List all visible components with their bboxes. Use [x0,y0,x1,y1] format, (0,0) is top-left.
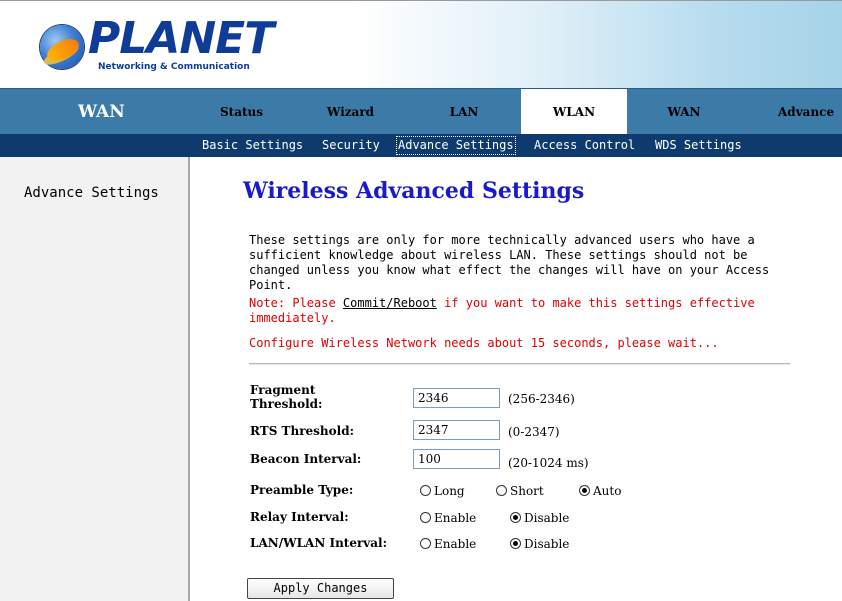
beacon-interval-range: (20-1024 ms) [508,456,589,470]
config-wait-note: Configure Wireless Network needs about 1… [249,336,719,350]
page-description: These settings are only for more technic… [249,233,770,292]
note-prefix: Note: Please [249,296,343,310]
sidebar-item-advance-settings[interactable]: Advance Settings [24,185,159,201]
fragment-threshold-input[interactable] [413,388,500,408]
preamble-short-radio[interactable] [496,485,507,496]
preamble-type-label: Preamble Type: [250,483,354,497]
relay-enable-label: Enable [434,511,477,525]
globe-icon [40,25,84,69]
beacon-interval-input[interactable] [413,449,500,469]
fragment-threshold-range: (256-2346) [508,392,575,406]
tab-advance[interactable]: Advance [741,89,842,135]
rts-threshold-label: RTS Threshold: [250,424,355,438]
rts-threshold-range: (0-2347) [508,425,560,439]
relay-interval-label: Relay Interval: [250,510,349,524]
lan-wlan-disable-radio[interactable] [510,538,521,549]
preamble-auto-radio[interactable] [579,485,590,496]
subnav-access-control[interactable]: Access Control [534,137,635,154]
tab-status[interactable]: Status [190,89,293,135]
subnav-advance-settings[interactable]: Advance Settings [396,136,516,155]
relay-enable-radio[interactable] [420,512,431,523]
preamble-long-label: Long [434,484,465,498]
subnav-wds-settings[interactable]: WDS Settings [655,137,742,154]
relay-disable-radio[interactable] [510,512,521,523]
brand-name: PLANET [88,13,274,64]
commit-reboot-link[interactable]: Commit/Reboot [343,296,437,310]
main-nav: WAN Status Wizard LAN WLAN WAN Advance [0,88,842,135]
subnav-basic-settings[interactable]: Basic Settings [202,137,303,154]
relay-disable-label: Disable [524,511,570,525]
preamble-auto-label: Auto [593,484,622,498]
beacon-interval-label: Beacon Interval: [250,452,362,466]
lan-wlan-disable-label: Disable [524,537,570,551]
page-title: Wireless Advanced Settings [243,178,585,204]
lan-wlan-enable-radio[interactable] [420,538,431,549]
preamble-long-radio[interactable] [420,485,431,496]
main-content: Wireless Advanced Settings These setting… [190,157,842,601]
planet-logo: PLANET Networking & Communication [40,15,274,79]
lan-wlan-interval-label: LAN/WLAN Interval: [250,536,388,550]
tab-lan[interactable]: LAN [408,89,520,135]
apply-changes-button[interactable]: Apply Changes [247,578,394,599]
rts-threshold-input[interactable] [413,420,500,440]
fragment-threshold-label: Fragment Threshold: [250,383,323,411]
subnav-security[interactable]: Security [322,137,380,154]
sidebar: Advance Settings [0,157,190,601]
tab-wizard[interactable]: Wizard [293,89,408,135]
preamble-short-label: Short [510,484,544,498]
divider [249,363,790,365]
brand-tagline: Networking & Communication [98,62,250,72]
tab-wan[interactable]: WAN [627,89,741,135]
nav-section-title: WAN [78,102,125,122]
tab-wlan[interactable]: WLAN [521,89,627,135]
header-banner: PLANET Networking & Communication [0,0,842,89]
lan-wlan-enable-label: Enable [434,537,477,551]
commit-note: Note: Please Commit/Reboot if you want t… [249,296,804,326]
sub-nav: Basic Settings Security Advance Settings… [0,134,842,157]
